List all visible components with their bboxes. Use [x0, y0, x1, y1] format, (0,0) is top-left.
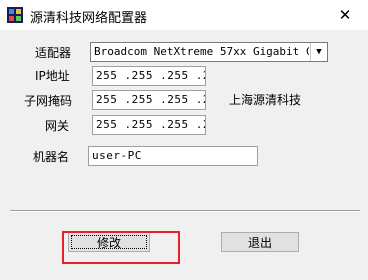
- ip-label: IP地址: [35, 69, 70, 83]
- app-icon: [7, 7, 23, 23]
- gateway-input[interactable]: 255 .255 .255 .255: [92, 115, 206, 135]
- title-bar: 源清科技网络配置器 ✕: [0, 0, 368, 30]
- adapter-label: 适配器: [35, 46, 72, 60]
- window-title: 源清科技网络配置器: [30, 11, 148, 26]
- subnet-mask-label: 子网掩码: [24, 94, 73, 108]
- exit-button-label: 退出: [247, 235, 272, 250]
- app-window: 源清科技网络配置器 ✕ 适配器 Broadcom NetXtreme 57xx …: [0, 0, 368, 280]
- hostname-input[interactable]: user-PC: [88, 146, 258, 166]
- close-button[interactable]: ✕: [322, 0, 368, 30]
- gateway-label: 网关: [45, 119, 70, 133]
- adapter-select-value: Broadcom NetXtreme 57xx Gigabit Cont: [94, 45, 309, 58]
- highlight-box: [62, 231, 180, 264]
- exit-button[interactable]: 退出: [221, 232, 299, 252]
- adapter-select[interactable]: Broadcom NetXtreme 57xx Gigabit Cont ▼: [90, 42, 328, 62]
- close-icon: ✕: [338, 6, 352, 24]
- company-text: 上海源清科技: [229, 93, 302, 107]
- hostname-label: 机器名: [33, 150, 70, 164]
- separator-line: [10, 210, 360, 212]
- chevron-down-icon[interactable]: ▼: [310, 43, 327, 61]
- ip-address-input[interactable]: 255 .255 .255 .255: [92, 66, 206, 86]
- subnet-mask-input[interactable]: 255 .255 .255 .255: [92, 90, 206, 110]
